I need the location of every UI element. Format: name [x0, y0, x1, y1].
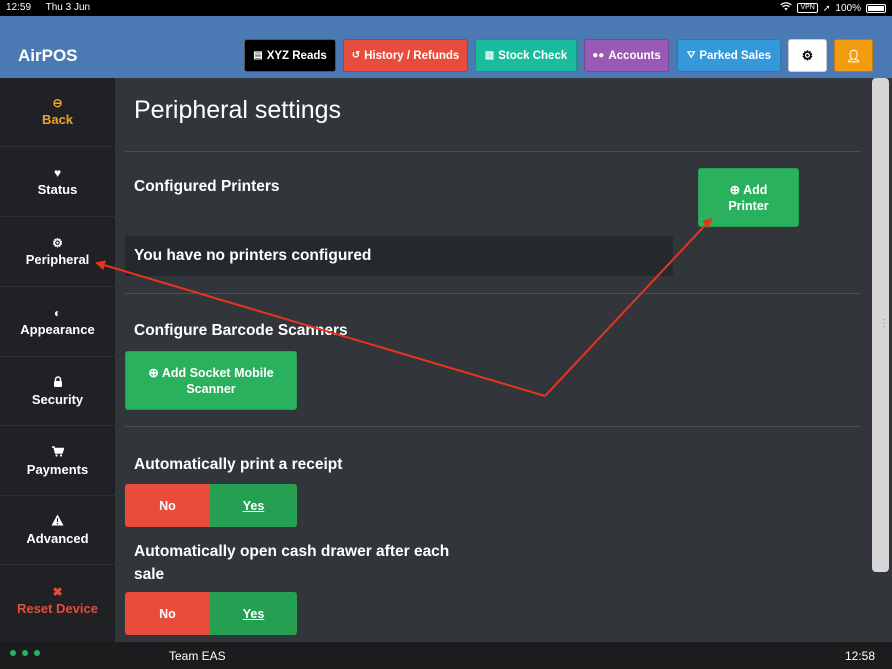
divider — [125, 293, 861, 294]
status-time: 12:59 — [6, 2, 32, 13]
add-scanner-label-2: Scanner — [186, 381, 236, 396]
main-content: Peripheral settings Configured Printers … — [115, 78, 869, 642]
ios-status-bar: 12:59 Thu 3 Jun VPN ➚ 100% — [0, 0, 892, 16]
add-printer-label-1: Add — [743, 182, 768, 197]
receipt-icon: ▤ — [253, 50, 263, 61]
printers-section-title: Configured Printers — [134, 178, 280, 195]
users-icon: ●● — [592, 50, 605, 61]
parked-sales-button[interactable]: ⛛ Parked Sales — [677, 39, 781, 72]
cog-icon: ⚙ — [52, 236, 63, 250]
sidebar-item-appearance[interactable]: ◐ Appearance — [0, 288, 115, 357]
wifi-icon — [780, 2, 793, 14]
auto-drawer-title: Automatically open cash drawer after eac… — [134, 540, 449, 586]
app-footer: Team EAS 12:58 — [0, 642, 892, 669]
parked-sales-label: Parked Sales — [699, 49, 771, 62]
plus-circle-icon: ⊕ — [729, 182, 741, 197]
split-handle-icon[interactable]: ⋮ — [879, 318, 889, 329]
sidebar-item-label: Security — [31, 391, 84, 407]
divider — [125, 426, 861, 427]
sidebar-item-label: Peripheral — [25, 252, 90, 267]
arrow-left-circle-icon: ⊖ — [52, 96, 63, 110]
battery-percent: 100% — [835, 2, 861, 14]
stock-check-button[interactable]: ▥ Stock Check — [475, 39, 577, 72]
status-date: Thu 3 Jun — [45, 2, 91, 13]
sidebar-item-status[interactable]: ♥ Status — [0, 148, 115, 217]
auto-print-toggle: No Yes — [125, 484, 297, 527]
add-scanner-label-1: Add Socket Mobile — [161, 365, 274, 380]
accounts-button[interactable]: ●● Accounts — [584, 39, 669, 72]
adjust-icon: ◐ — [53, 306, 62, 320]
connection-status-dots — [10, 650, 40, 656]
sidebar-item-security[interactable]: Security — [0, 357, 115, 426]
auto-drawer-yes-button[interactable]: Yes — [210, 592, 297, 635]
close-icon: ✖ — [52, 584, 63, 599]
scanners-section-title: Configure Barcode Scanners — [134, 322, 348, 339]
auto-print-yes-button[interactable]: Yes — [210, 484, 297, 527]
app-header: AirPOS ▤ XYZ Reads ↺ History / Refunds ▥… — [0, 16, 892, 78]
divider — [125, 151, 861, 152]
sidebar-item-label: Status — [37, 182, 78, 197]
xyz-reads-label: XYZ Reads — [266, 49, 327, 62]
sidebar-item-peripheral[interactable]: ⚙ Peripheral — [0, 218, 115, 287]
auto-drawer-no-button[interactable]: No — [125, 592, 210, 635]
sidebar-item-advanced[interactable]: Advanced — [0, 496, 115, 565]
auto-drawer-title-line1: Automatically open cash drawer after eac… — [134, 543, 450, 560]
status-dot — [34, 650, 40, 656]
sidebar-item-label: Advanced — [26, 531, 89, 546]
location-icon: ➚ — [822, 2, 831, 13]
barcode-icon: ▥ — [484, 50, 495, 61]
sidebar-item-back[interactable]: ⊖ Back — [0, 78, 115, 147]
battery-icon — [866, 3, 886, 13]
settings-sidebar: ⊖ Back ♥ Status ⚙ Peripheral ◐ Appearanc… — [0, 78, 115, 642]
footer-time: 12:58 — [844, 649, 875, 663]
sidebar-item-payments[interactable]: Payments — [0, 427, 115, 496]
history-refunds-label: History / Refunds — [364, 49, 460, 62]
auto-print-no-button[interactable]: No — [125, 484, 210, 527]
add-printer-button[interactable]: ⊕ Add Printer — [698, 168, 799, 227]
status-dot — [22, 650, 28, 656]
app-brand: AirPOS — [18, 46, 78, 65]
add-socket-mobile-scanner-button[interactable]: ⊕ Add Socket Mobile Scanner — [125, 351, 297, 410]
vpn-badge: VPN — [797, 3, 818, 13]
auto-drawer-toggle: No Yes — [125, 592, 297, 635]
sidebar-item-label: Appearance — [20, 322, 95, 337]
page-title: Peripheral settings — [134, 96, 342, 124]
sidebar-item-label: Back — [41, 112, 74, 127]
user-icon: 👤︎ — [845, 48, 862, 63]
warning-icon — [51, 514, 64, 528]
plus-circle-icon: ⊕ — [148, 365, 159, 380]
road-icon: ⛛ — [686, 50, 696, 61]
no-printers-message: You have no printers configured — [125, 236, 673, 276]
add-printer-label-2: Printer — [728, 198, 769, 213]
auto-print-title: Automatically print a receipt — [134, 456, 343, 473]
scrollbar[interactable]: ⋮ — [869, 78, 892, 642]
history-refunds-button[interactable]: ↺ History / Refunds — [343, 39, 468, 72]
sidebar-item-reset-device[interactable]: ✖ Reset Device — [0, 566, 115, 635]
heartbeat-icon: ♥ — [53, 166, 62, 180]
status-dot — [10, 650, 16, 656]
settings-button[interactable]: ⚙ — [788, 39, 827, 72]
gear-icon: ⚙ — [801, 47, 814, 63]
xyz-reads-button[interactable]: ▤ XYZ Reads — [244, 39, 336, 72]
auto-drawer-title-line2: sale — [134, 566, 165, 583]
lock-icon — [53, 375, 63, 389]
accounts-label: Accounts — [608, 49, 661, 62]
stock-check-label: Stock Check — [498, 49, 568, 62]
sidebar-item-label: Payments — [26, 461, 89, 477]
user-button[interactable]: 👤︎ — [834, 39, 873, 72]
sidebar-item-label: Reset Device — [17, 600, 98, 616]
team-name: Team EAS — [169, 649, 226, 663]
cart-icon — [51, 445, 64, 459]
history-icon: ↺ — [351, 50, 361, 61]
